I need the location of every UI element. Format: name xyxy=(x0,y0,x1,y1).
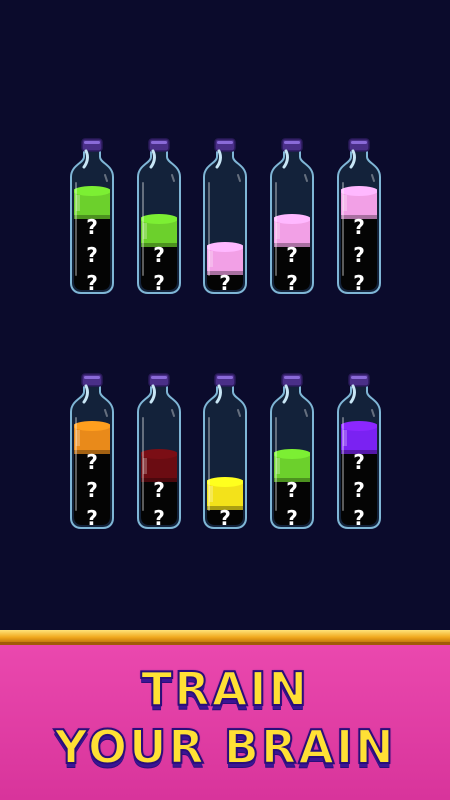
unknown-layer-marker: ? xyxy=(86,215,98,239)
headline-line-2: YOUR BRAIN xyxy=(53,720,396,774)
unknown-layer-marker: ? xyxy=(86,506,98,530)
unknown-layer-marker: ? xyxy=(153,271,165,295)
unknown-layer-marker: ? xyxy=(153,243,165,267)
unknown-layer-marker: ? xyxy=(353,450,365,474)
unknown-layer-marker: ? xyxy=(353,243,365,267)
unknown-layer-marker: ? xyxy=(219,506,231,530)
bottle[interactable]: ?? xyxy=(134,370,184,530)
unknown-layer-marker: ? xyxy=(86,243,98,267)
bottle[interactable]: ? xyxy=(200,370,250,530)
bottle[interactable]: ??? xyxy=(334,370,384,530)
unknown-layer-marker: ? xyxy=(286,478,298,502)
unknown-layer-marker: ? xyxy=(353,478,365,502)
unknown-layer-marker: ? xyxy=(153,478,165,502)
bottle[interactable]: ??? xyxy=(67,135,117,295)
unknown-layer-marker: ? xyxy=(353,215,365,239)
unknown-layer-marker: ? xyxy=(86,478,98,502)
bottle[interactable]: ?? xyxy=(267,135,317,295)
unknown-layer-marker: ? xyxy=(353,271,365,295)
headline-line-1: TRAIN xyxy=(140,662,309,716)
bottle[interactable]: ??? xyxy=(67,370,117,530)
unknown-layer-marker: ? xyxy=(86,271,98,295)
unknown-layer-marker: ? xyxy=(353,506,365,530)
unknown-layer-marker: ? xyxy=(153,506,165,530)
unknown-layer-marker: ? xyxy=(286,506,298,530)
game-board: ?????????????????????? xyxy=(0,0,450,630)
unknown-layer-marker: ? xyxy=(286,271,298,295)
bottle[interactable]: ?? xyxy=(267,370,317,530)
unknown-layer-marker: ? xyxy=(219,271,231,295)
bottle[interactable]: ??? xyxy=(334,135,384,295)
bottle[interactable]: ?? xyxy=(134,135,184,295)
banner-gold-border xyxy=(0,630,450,645)
unknown-layer-marker: ? xyxy=(86,450,98,474)
unknown-layer-marker: ? xyxy=(286,243,298,267)
bottle[interactable]: ? xyxy=(200,135,250,295)
